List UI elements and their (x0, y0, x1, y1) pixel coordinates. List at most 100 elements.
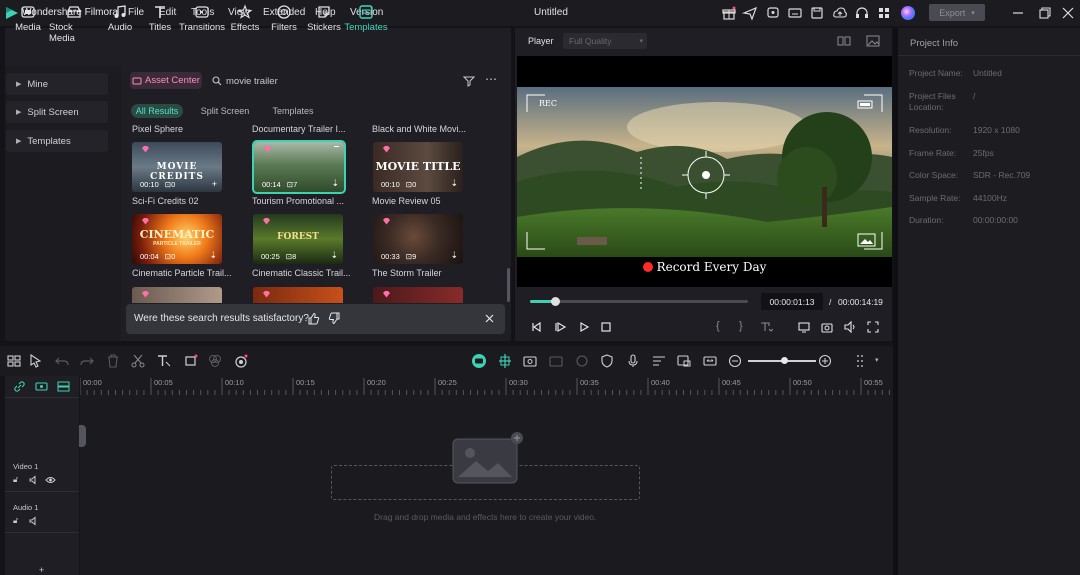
zoom-in-icon[interactable] (817, 353, 833, 369)
sidebar-item-split-screen[interactable]: ▶ Split Screen (6, 101, 108, 123)
marker-icon[interactable] (548, 353, 564, 369)
mark-in-icon[interactable]: { (716, 320, 720, 332)
tab-stickers[interactable]: Stickers (307, 4, 341, 33)
cloud-upload-icon[interactable] (832, 5, 848, 21)
save-icon[interactable] (809, 5, 825, 21)
crop-icon[interactable] (183, 353, 199, 369)
snapshot-image-icon[interactable] (866, 35, 880, 47)
tab-templates[interactable]: Templates (344, 4, 388, 33)
compare-view-icon[interactable] (837, 35, 851, 47)
lock-icon[interactable]: 🔓︎ (13, 475, 18, 485)
player-tab[interactable]: Player (528, 36, 554, 46)
thumbs-down-icon[interactable] (328, 312, 341, 325)
template-thumbnail[interactable]: MOVIE TITLE 00:10 ⊡0 ⇣ (373, 142, 463, 192)
lock-icon[interactable]: 🔓︎ (13, 516, 18, 526)
close-icon[interactable] (484, 313, 495, 324)
color-match-icon[interactable] (207, 353, 223, 369)
mark-out-icon[interactable]: } (739, 320, 743, 332)
export-button[interactable]: Export ▾ (929, 4, 985, 21)
next-play-icon[interactable] (577, 320, 591, 334)
video-preview[interactable]: REC (517, 87, 892, 257)
card-title[interactable]: Tourism Promotional ... (252, 196, 344, 206)
template-thumbnail[interactable]: 00:33 ⊡9 ⇣ (373, 214, 463, 264)
library-scrollbar[interactable] (507, 268, 510, 302)
card-title[interactable]: Cinematic Particle Trail... (132, 268, 232, 278)
gift-icon[interactable] (721, 5, 737, 21)
thumbs-up-icon[interactable] (307, 312, 320, 325)
speaker-icon[interactable] (29, 475, 39, 485)
apps-grid-icon[interactable] (876, 5, 892, 21)
close-icon[interactable] (1060, 5, 1076, 21)
card-title[interactable]: Movie Review 05 (372, 196, 441, 206)
volume-icon[interactable] (843, 320, 857, 334)
layout-grid-icon[interactable] (6, 353, 22, 369)
zoom-slider-knob[interactable] (781, 357, 788, 364)
sidebar-item-templates[interactable]: ▶ Templates (6, 130, 108, 152)
fit-timeline-icon[interactable] (702, 353, 718, 369)
replace-clip-icon[interactable] (676, 353, 692, 369)
download-icon[interactable]: ⇣ (331, 178, 339, 189)
keyboard-icon[interactable] (787, 5, 803, 21)
send-icon[interactable] (742, 5, 758, 21)
eye-icon[interactable] (45, 475, 56, 485)
camera-snapshot-icon[interactable] (820, 320, 834, 334)
filter-icon[interactable] (463, 75, 475, 87)
tab-audio[interactable]: Audio (106, 4, 134, 33)
template-thumbnail[interactable]: FOREST 00:25 ⊡8 ⇣ (253, 214, 343, 264)
insert-clip-icon[interactable] (759, 320, 773, 334)
download-icon[interactable]: ⇣ (209, 250, 217, 261)
display-icon[interactable] (797, 320, 811, 334)
card-title[interactable]: The Storm Trailer (372, 268, 442, 278)
link-icon[interactable] (13, 380, 26, 393)
download-icon[interactable]: ⇣ (450, 250, 458, 261)
template-thumbnail[interactable] (373, 287, 463, 303)
zoom-out-icon[interactable] (727, 353, 743, 369)
speaker-icon[interactable] (29, 516, 39, 526)
shield-icon[interactable] (599, 353, 615, 369)
tab-media[interactable]: Media (14, 4, 42, 33)
add-audio-track-icon[interactable] (57, 380, 70, 393)
snap-magnet-icon[interactable] (497, 353, 513, 369)
undo-icon[interactable] (54, 353, 70, 369)
card-title[interactable]: Documentary Trailer I... (252, 124, 346, 134)
tab-titles[interactable]: Titles (146, 4, 174, 33)
tab-filters[interactable]: Filters (270, 4, 298, 33)
ai-effects-icon[interactable] (233, 353, 249, 369)
sidebar-item-mine[interactable]: ▶ Mine (6, 73, 108, 95)
headset-icon[interactable] (854, 5, 870, 21)
view-options-icon[interactable] (854, 353, 870, 369)
card-title[interactable]: Black and White Movi... (372, 124, 466, 134)
delete-icon[interactable] (105, 353, 121, 369)
playhead-knob[interactable] (551, 297, 560, 306)
timeline-ruler[interactable] (80, 376, 893, 396)
restore-icon[interactable] (1037, 5, 1053, 21)
text-tool-icon[interactable] (156, 353, 172, 369)
add-video-track-icon[interactable] (35, 380, 48, 393)
feedback-icon[interactable] (765, 5, 781, 21)
filter-tab-all-results[interactable]: All Results (131, 104, 183, 118)
chevron-down-icon[interactable]: ▾ (875, 356, 879, 364)
card-title[interactable]: Cinematic Classic Trail... (252, 268, 351, 278)
template-thumbnail[interactable]: MOVIE CREDITS 00:10 ⊡0 + (132, 142, 222, 192)
track-collapse-handle[interactable] (79, 425, 86, 447)
redo-icon[interactable] (79, 353, 95, 369)
quality-dropdown[interactable]: Full Quality ▾ (563, 33, 647, 49)
tab-transitions[interactable]: Transitions (179, 4, 225, 33)
download-icon[interactable]: ⇣ (450, 178, 458, 189)
stop-icon[interactable] (599, 320, 613, 334)
template-thumbnail-selected[interactable]: 00:14 ⊡7 ⇣ (252, 140, 346, 194)
search-input[interactable]: movie trailer (226, 76, 278, 87)
filter-tab-templates[interactable]: Templates (268, 104, 318, 118)
download-icon[interactable]: ⇣ (330, 250, 338, 261)
template-thumbnail[interactable]: CINEMATIC PARTICLE TRAILER 00:04 ⊡0 ⇣ (132, 214, 222, 264)
card-title[interactable]: Sci-Fi Credits 02 (132, 196, 199, 206)
select-pointer-icon[interactable] (28, 353, 44, 369)
card-title[interactable]: Pixel Sphere (132, 124, 183, 134)
tab-effects[interactable]: Effects (230, 4, 260, 33)
more-options-icon[interactable]: ⋯ (485, 72, 497, 86)
previous-frame-icon[interactable] (530, 320, 544, 334)
avatar[interactable] (900, 5, 916, 21)
auto-ripple-icon[interactable] (522, 353, 538, 369)
keyframe-icon[interactable] (574, 353, 590, 369)
template-thumbnail[interactable] (132, 287, 222, 303)
